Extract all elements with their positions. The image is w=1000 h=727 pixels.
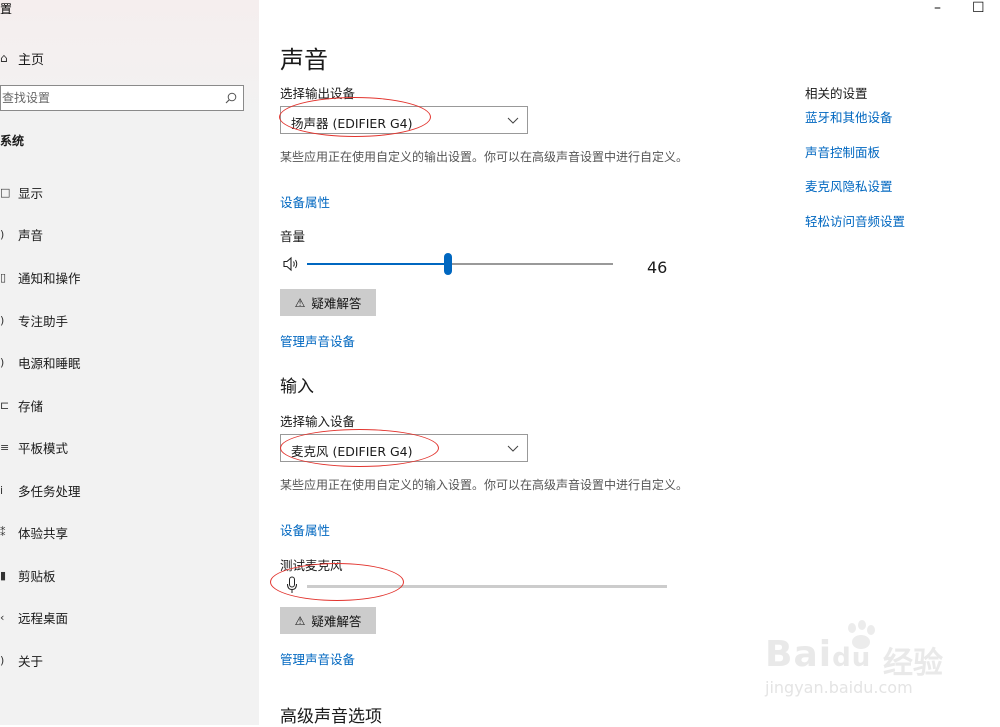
volume-track-fill <box>307 263 448 265</box>
volume-label: 音量 <box>280 229 306 244</box>
sidebar-item-clipboard[interactable]: ▮ 剪贴板 <box>0 564 259 586</box>
remote-desktop-icon: ‹ <box>0 610 5 624</box>
input-device-dropdown[interactable]: 麦克风 (EDIFIER G4) <box>280 434 528 462</box>
notification-icon: ▯ <box>0 270 7 284</box>
input-device-value: 麦克风 (EDIFIER G4) <box>291 444 413 459</box>
input-description: 某些应用正在使用自定义的输入设置。你可以在高级声音设置中进行自定义。 <box>280 478 689 492</box>
troubleshoot-label: 疑难解答 <box>311 296 362 311</box>
related-link-sound-control-panel[interactable]: 声音控制面板 <box>805 142 880 161</box>
sidebar-item-label: 体验共享 <box>18 525 69 541</box>
main-content: – ☐ 声音 选择输出设备 扬声器 (EDIFIER G4) 某些应用正在使用自… <box>270 0 1000 727</box>
sidebar-item-label: 显示 <box>18 185 44 201</box>
sidebar-item-label: 剪贴板 <box>18 568 56 584</box>
maximize-button[interactable]: ☐ <box>972 0 985 16</box>
home-icon: ⌂ <box>0 51 8 65</box>
sound-icon: ) <box>0 227 5 241</box>
warning-icon: ⚠ <box>294 295 306 310</box>
minimize-button[interactable]: – <box>934 0 941 16</box>
storage-icon: ⊏ <box>0 398 10 412</box>
sidebar-item-power[interactable]: ) 电源和睡眠 <box>0 351 259 373</box>
advanced-sound-options-heading: 高级声音选项 <box>280 707 382 727</box>
search-box[interactable] <box>0 85 244 111</box>
output-device-value: 扬声器 (EDIFIER G4) <box>291 116 413 131</box>
search-icon[interactable] <box>225 92 237 104</box>
power-icon: ) <box>0 355 5 369</box>
about-icon: ) <box>0 653 5 667</box>
related-link-microphone-privacy[interactable]: 麦克风隐私设置 <box>805 176 893 195</box>
volume-slider[interactable] <box>280 253 680 275</box>
manage-sound-devices-link-input[interactable]: 管理声音设备 <box>280 649 355 668</box>
sidebar-item-remote-desktop[interactable]: ‹ 远程桌面 <box>0 606 259 628</box>
input-device-label: 选择输入设备 <box>280 414 356 429</box>
display-icon: □ <box>0 185 11 199</box>
sidebar-item-tablet-mode[interactable]: ≡ 平板模式 <box>0 436 259 458</box>
microphone-icon <box>287 576 297 593</box>
volume-value: 46 <box>647 258 668 277</box>
multitasking-icon: ⅰ <box>0 483 4 497</box>
sidebar-item-label: 远程桌面 <box>18 610 69 626</box>
sidebar: 置 ⌂ 主页 系统 □ 显示 ) 声音 ▯ 通知和操作 ) 专注助手 ) 电源和… <box>0 0 259 725</box>
sidebar-item-label: 存储 <box>18 398 44 414</box>
page-title: 声音 <box>280 46 328 74</box>
output-troubleshoot-button[interactable]: ⚠ 疑难解答 <box>280 289 376 316</box>
sidebar-item-label: 专注助手 <box>18 313 69 329</box>
input-device-properties-link[interactable]: 设备属性 <box>280 520 330 539</box>
search-input[interactable] <box>2 89 212 107</box>
sidebar-item-label: 主页 <box>18 52 45 68</box>
manage-sound-devices-link[interactable]: 管理声音设备 <box>280 331 355 350</box>
sidebar-item-label: 关于 <box>18 653 44 669</box>
sidebar-item-multitasking[interactable]: ⅰ 多任务处理 <box>0 479 259 501</box>
sidebar-item-sound[interactable]: ) 声音 <box>0 223 259 245</box>
sidebar-item-label: 通知和操作 <box>18 270 81 286</box>
chevron-down-icon <box>507 445 519 452</box>
input-troubleshoot-button[interactable]: ⚠ 疑难解答 <box>280 607 376 634</box>
output-device-properties-link[interactable]: 设备属性 <box>280 192 330 211</box>
speaker-icon[interactable] <box>282 256 300 272</box>
related-link-ease-of-access-audio[interactable]: 轻松访问音频设置 <box>805 211 905 230</box>
sidebar-item-label: 声音 <box>18 227 44 243</box>
output-device-dropdown[interactable]: 扬声器 (EDIFIER G4) <box>280 106 528 134</box>
volume-thumb[interactable] <box>443 253 452 275</box>
volume-track[interactable] <box>307 253 613 275</box>
shared-experience-icon: ⁑ <box>0 525 6 539</box>
sidebar-item-display[interactable]: □ 显示 <box>0 181 259 203</box>
sidebar-item-home[interactable]: ⌂ 主页 <box>0 48 44 68</box>
sidebar-item-shared-experience[interactable]: ⁑ 体验共享 <box>0 521 259 543</box>
output-description: 某些应用正在使用自定义的输出设置。你可以在高级声音设置中进行自定义。 <box>280 150 689 164</box>
section-label-system: 系统 <box>0 134 25 148</box>
sidebar-item-focus-assist[interactable]: ) 专注助手 <box>0 309 259 331</box>
window-title: 置 <box>0 2 13 16</box>
warning-icon: ⚠ <box>294 613 306 628</box>
microphone-level-track <box>307 585 667 588</box>
test-microphone-label: 测试麦克风 <box>280 558 343 573</box>
related-link-bluetooth[interactable]: 蓝牙和其他设备 <box>805 107 893 126</box>
sidebar-item-label: 平板模式 <box>18 440 69 456</box>
tablet-icon: ≡ <box>0 440 10 454</box>
troubleshoot-label: 疑难解答 <box>311 614 362 629</box>
chevron-down-icon <box>507 117 519 124</box>
related-settings-title: 相关的设置 <box>805 86 868 101</box>
sidebar-item-about[interactable]: ) 关于 <box>0 649 259 671</box>
clipboard-icon: ▮ <box>0 568 7 582</box>
sidebar-item-notifications[interactable]: ▯ 通知和操作 <box>0 266 259 288</box>
sidebar-item-storage[interactable]: ⊏ 存储 <box>0 394 259 416</box>
sidebar-item-label: 电源和睡眠 <box>18 355 81 371</box>
focus-assist-icon: ) <box>0 313 5 327</box>
sidebar-item-label: 多任务处理 <box>18 483 81 499</box>
input-heading: 输入 <box>280 377 314 397</box>
microphone-level-meter <box>280 576 680 596</box>
output-device-label: 选择输出设备 <box>280 86 356 101</box>
